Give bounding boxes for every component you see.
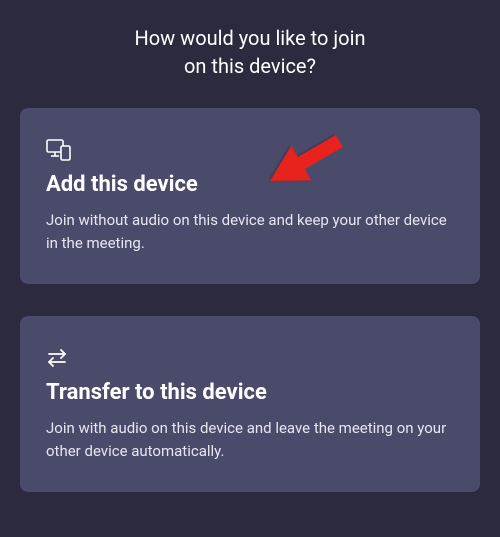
header-line-2: on this device? [184,54,316,78]
transfer-device-title: Transfer to this device [46,380,454,405]
header-title: How would you like to join on this devic… [20,24,480,80]
add-device-title: Add this device [46,172,454,197]
header-line-1: How would you like to join [135,26,366,50]
add-device-icon [46,136,454,164]
options-container: Add this device Join without audio on th… [0,108,500,492]
add-device-card[interactable]: Add this device Join without audio on th… [20,108,480,284]
transfer-device-description: Join with audio on this device and leave… [46,417,454,462]
dialog-header: How would you like to join on this devic… [0,0,500,108]
transfer-device-card[interactable]: Transfer to this device Join with audio … [20,316,480,492]
transfer-icon [46,344,454,372]
add-device-description: Join without audio on this device and ke… [46,209,454,254]
